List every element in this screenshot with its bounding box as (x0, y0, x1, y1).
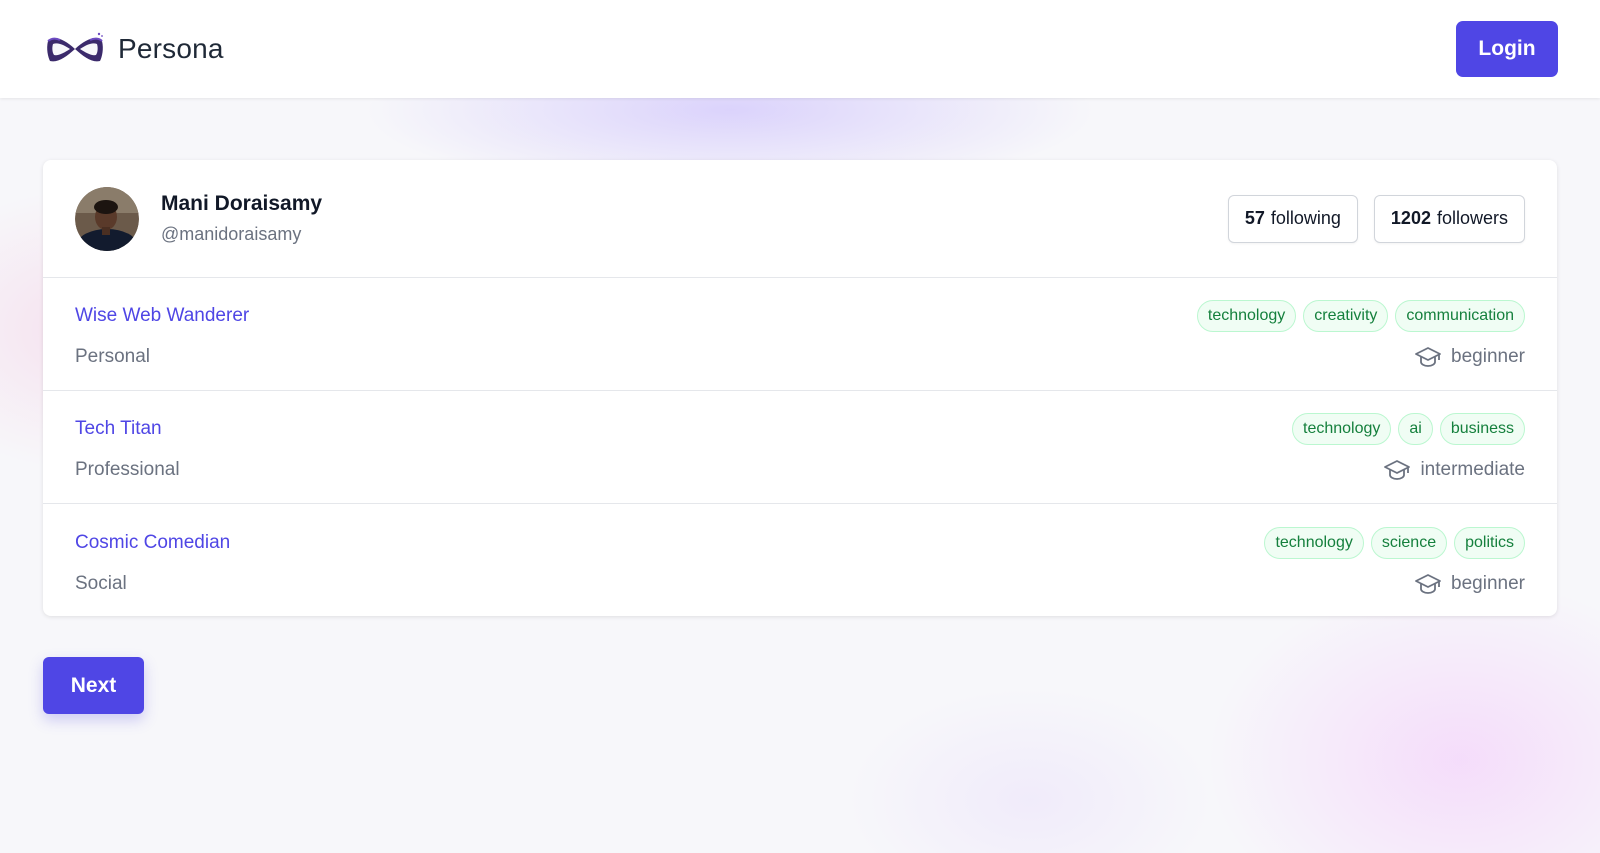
persona-type: Social (75, 572, 127, 594)
tag: business (1439, 413, 1525, 445)
top-navbar: Persona Login (0, 0, 1600, 98)
graduation-cap-icon (1415, 573, 1441, 594)
profile-stats: 57 following 1202 followers (1227, 194, 1525, 243)
tag: communication (1395, 300, 1525, 332)
persona-level: beginner (1415, 573, 1525, 595)
profile-handle: @manidoraisamy (161, 224, 302, 244)
persona-tags: technology ai business (1292, 413, 1525, 445)
persona-item: Cosmic Comedian technology science polit… (43, 504, 1557, 616)
followers-label: followers (1436, 208, 1508, 228)
followers-count: 1202 (1390, 208, 1431, 228)
persona-item: Tech Titan technology ai business Profes… (43, 391, 1557, 504)
graduation-cap-icon (1384, 460, 1411, 480)
persona-level: intermediate (1384, 459, 1525, 481)
persona-title-link[interactable]: Tech Titan (75, 418, 162, 440)
level-label: beginner (1451, 572, 1525, 594)
brand-name: Persona (118, 33, 224, 64)
tag: technology (1264, 526, 1364, 559)
tag: technology (1196, 300, 1297, 332)
persona-item: Wise Web Wanderer technology creativity … (43, 278, 1557, 391)
login-button[interactable]: Login (1456, 21, 1558, 77)
level-label: intermediate (1420, 459, 1525, 480)
persona-title-link[interactable]: Wise Web Wanderer (75, 305, 249, 327)
infinity-mask-logo (47, 32, 103, 62)
profile-header: Mani Doraisamy @manidoraisamy 57 followi… (43, 160, 1557, 278)
followers-button[interactable]: 1202 followers (1373, 194, 1525, 243)
avatar[interactable] (75, 186, 139, 251)
tag: science (1370, 526, 1448, 559)
following-label: following (1270, 208, 1341, 228)
tag: politics (1454, 526, 1525, 559)
persona-title-link[interactable]: Cosmic Comedian (75, 532, 230, 554)
tag: creativity (1303, 300, 1389, 332)
persona-type: Personal (75, 346, 150, 367)
persona-tags: technology creativity communication (1196, 300, 1525, 332)
tag: ai (1398, 413, 1433, 445)
persona-type: Professional (75, 459, 180, 480)
persona-tags: technology science politics (1264, 526, 1525, 559)
tag: technology (1292, 413, 1392, 445)
brand[interactable]: Persona (44, 31, 224, 67)
profile-card: Mani Doraisamy @manidoraisamy 57 followi… (43, 160, 1557, 616)
profile-name: Mani Doraisamy (161, 192, 323, 215)
following-button[interactable]: 57 following (1227, 194, 1358, 243)
persona-level: beginner (1415, 346, 1525, 368)
profile-identity: Mani Doraisamy @manidoraisamy (75, 186, 322, 251)
next-button[interactable]: Next (43, 657, 144, 714)
level-label: beginner (1451, 346, 1525, 367)
graduation-cap-icon (1415, 347, 1441, 367)
profile-text: Mani Doraisamy @manidoraisamy (161, 192, 322, 245)
following-count: 57 (1244, 208, 1265, 228)
